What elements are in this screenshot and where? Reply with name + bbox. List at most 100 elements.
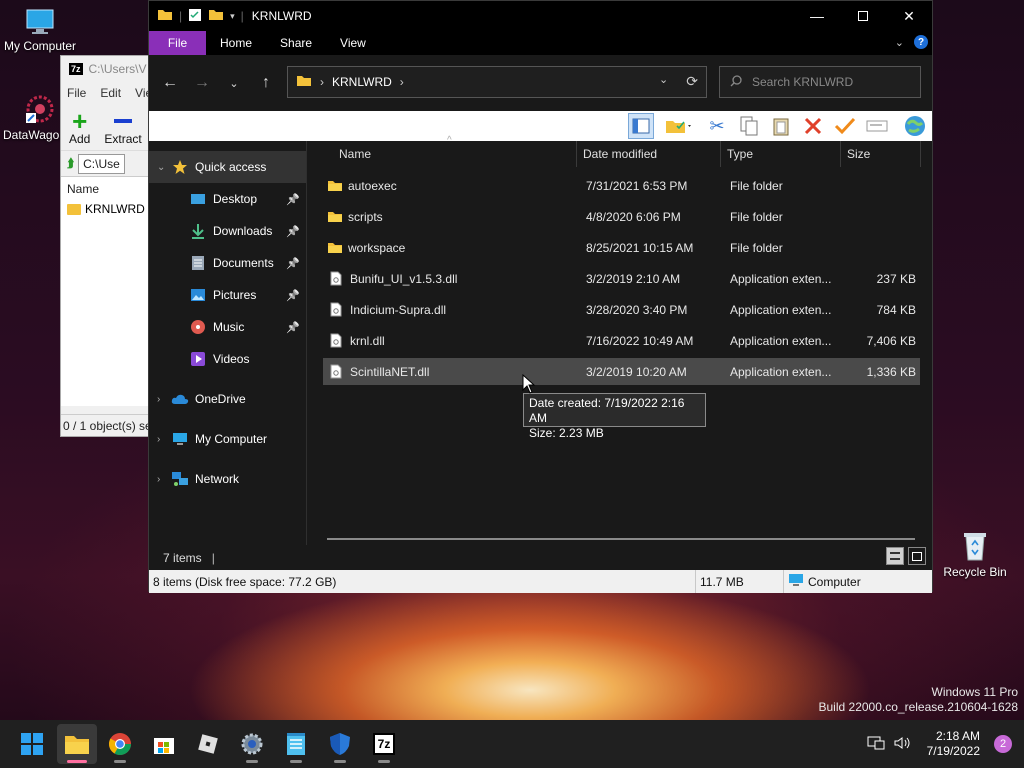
chevron-right-icon[interactable]: › bbox=[157, 394, 171, 405]
tab-home[interactable]: Home bbox=[206, 31, 266, 55]
notification-badge[interactable]: 2 bbox=[994, 735, 1012, 753]
7zip-address-input[interactable]: C:\Use bbox=[78, 153, 125, 174]
search-box[interactable]: Search KRNLWRD bbox=[719, 66, 921, 98]
checkmark-icon[interactable] bbox=[832, 113, 858, 139]
file-row[interactable]: krnl.dll 7/16/2022 10:49 AM Application ex… bbox=[323, 327, 920, 354]
address-bar-actions: ⌄ ⟳ bbox=[659, 73, 698, 90]
breadcrumb-current[interactable]: KRNLWRD bbox=[332, 75, 392, 89]
clock[interactable]: 2:18 AM 7/19/2022 bbox=[927, 729, 980, 759]
search-input[interactable]: Search KRNLWRD bbox=[752, 75, 853, 89]
properties-icon[interactable] bbox=[188, 8, 202, 25]
maximize-button[interactable] bbox=[840, 1, 886, 31]
expand-ribbon-icon[interactable]: ⌄ bbox=[895, 36, 904, 49]
details-view-button[interactable] bbox=[886, 547, 904, 565]
file-row[interactable]: autoexec 7/31/2021 6:53 PM File folder bbox=[323, 172, 920, 199]
sidebar-item-label: Downloads bbox=[213, 224, 273, 238]
chevron-right-icon[interactable]: › bbox=[157, 434, 171, 445]
7zip-add-button[interactable]: + Add bbox=[69, 108, 90, 146]
7zip-menu-file[interactable]: File bbox=[67, 86, 86, 100]
7zip-file-list: Name KRNLWRD bbox=[61, 176, 159, 406]
sidebar-item-documents[interactable]: Documents 📌 bbox=[149, 247, 306, 279]
7zip-window[interactable]: 7z C:\Users\V File Edit Vie + Add Extrac… bbox=[60, 55, 160, 437]
7zip-column-name[interactable]: Name bbox=[67, 177, 159, 199]
sidebar-item-music[interactable]: Music 📌 bbox=[149, 311, 306, 343]
rename-icon[interactable] bbox=[864, 113, 890, 139]
preview-pane-icon[interactable] bbox=[628, 113, 654, 139]
address-bar[interactable]: › KRNLWRD › ⌄ ⟳ bbox=[287, 66, 707, 98]
sidebar-item-desktop[interactable]: Desktop 📌 bbox=[149, 183, 306, 215]
recent-locations-button[interactable]: ⌄ bbox=[218, 67, 250, 99]
sidebar-item-onedrive[interactable]: › OneDrive bbox=[149, 383, 306, 415]
taskbar-notepad[interactable] bbox=[276, 724, 316, 764]
notepad-icon bbox=[287, 733, 305, 755]
7zip-title-bar[interactable]: 7z C:\Users\V bbox=[61, 56, 159, 82]
sidebar-item-my-computer[interactable]: › My Computer bbox=[149, 423, 306, 455]
tab-share[interactable]: Share bbox=[266, 31, 326, 55]
column-type[interactable]: Type bbox=[721, 141, 841, 167]
tab-view[interactable]: View bbox=[326, 31, 380, 55]
sidebar-item-downloads[interactable]: Downloads 📌 bbox=[149, 215, 306, 247]
large-icons-view-button[interactable] bbox=[908, 547, 926, 565]
file-row[interactable]: scripts 4/8/2020 6:06 PM File folder bbox=[323, 203, 920, 230]
desktop-icon-my-computer[interactable]: My Computer bbox=[0, 8, 80, 53]
address-history-dropdown-icon[interactable]: ⌄ bbox=[659, 73, 668, 90]
taskbar-settings[interactable] bbox=[232, 724, 272, 764]
taskbar-roblox[interactable] bbox=[188, 724, 228, 764]
separator-icon: | bbox=[240, 9, 244, 23]
file-row[interactable]: workspace 8/25/2021 10:15 AM File folder bbox=[323, 234, 920, 261]
cut-icon[interactable]: ✂ bbox=[704, 113, 730, 139]
sidebar-item-pictures[interactable]: Pictures 📌 bbox=[149, 279, 306, 311]
sidebar-item-label: Documents bbox=[213, 256, 274, 270]
paste-icon[interactable] bbox=[768, 113, 794, 139]
minimize-button[interactable]: — bbox=[794, 1, 840, 31]
7zip-extract-button[interactable]: Extract bbox=[104, 110, 142, 146]
properties-globe-icon[interactable] bbox=[902, 113, 928, 139]
horizontal-scrollbar[interactable] bbox=[327, 538, 915, 540]
file-row[interactable]: Bunifu_UI_v1.5.3.dll 3/2/2019 2:10 AM Appl… bbox=[323, 265, 920, 292]
customize-dropdown-icon[interactable]: ▾ bbox=[230, 11, 235, 22]
dll-file-icon bbox=[330, 302, 342, 317]
delete-icon[interactable] bbox=[800, 113, 826, 139]
file-row[interactable]: Indicium-Supra.dll 3/28/2020 3:40 PM Appli… bbox=[323, 296, 920, 323]
up-button[interactable]: ↑ bbox=[250, 67, 282, 99]
file-type: Application exten... bbox=[730, 302, 832, 317]
explorer-title-bar[interactable]: | ▾ | KRNLWRD — ✕ bbox=[149, 1, 932, 31]
folder-icon bbox=[327, 241, 343, 254]
volume-icon[interactable] bbox=[893, 735, 911, 754]
breadcrumb-chevron-icon[interactable]: › bbox=[400, 75, 404, 89]
column-name[interactable]: Name ^ bbox=[319, 135, 577, 167]
network-icon[interactable] bbox=[867, 735, 885, 754]
file-explorer-window[interactable]: | ▾ | KRNLWRD — ✕ File Home Share View ⌄… bbox=[148, 0, 933, 593]
7zip-menu-edit[interactable]: Edit bbox=[100, 86, 121, 100]
breadcrumb-chevron-icon[interactable]: › bbox=[320, 75, 324, 89]
forward-button[interactable]: → bbox=[186, 67, 218, 99]
7zip-list-item[interactable]: KRNLWRD bbox=[67, 199, 159, 219]
sidebar-item-label: OneDrive bbox=[195, 392, 246, 406]
chevron-down-icon[interactable]: ⌄ bbox=[157, 162, 171, 173]
up-arrow-icon[interactable]: ⮭ bbox=[67, 156, 74, 171]
column-date-modified[interactable]: Date modified bbox=[577, 141, 721, 167]
taskbar-microsoft-store[interactable] bbox=[144, 724, 184, 764]
taskbar-7zip[interactable]: 7z bbox=[364, 724, 404, 764]
refresh-icon[interactable]: ⟳ bbox=[686, 73, 698, 90]
taskbar-file-explorer[interactable] bbox=[57, 724, 97, 764]
sidebar-item-videos[interactable]: Videos bbox=[149, 343, 306, 375]
copy-icon[interactable] bbox=[736, 113, 762, 139]
close-icon: ✕ bbox=[903, 7, 915, 24]
tab-file[interactable]: File bbox=[149, 31, 206, 55]
sidebar-item-label: Music bbox=[213, 320, 245, 334]
close-button[interactable]: ✕ bbox=[886, 1, 932, 31]
desktop-icon-recycle-bin[interactable]: Recycle Bin bbox=[935, 530, 1015, 579]
select-items-icon[interactable] bbox=[660, 113, 698, 139]
new-folder-icon[interactable] bbox=[208, 8, 224, 24]
chevron-right-icon[interactable]: › bbox=[157, 474, 171, 485]
start-button[interactable] bbox=[12, 724, 52, 764]
taskbar-windows-security[interactable] bbox=[320, 724, 360, 764]
sidebar-item-network[interactable]: › Network bbox=[149, 463, 306, 495]
back-button[interactable]: ← bbox=[154, 67, 186, 99]
file-row[interactable]: ScintillaNET.dll 3/2/2019 10:20 AM Applica… bbox=[323, 358, 920, 385]
help-icon[interactable]: ? bbox=[914, 35, 928, 49]
sidebar-item-quick-access[interactable]: ⌄ Quick access bbox=[149, 151, 306, 183]
column-size[interactable]: Size bbox=[841, 141, 921, 167]
taskbar-chrome[interactable] bbox=[100, 724, 140, 764]
